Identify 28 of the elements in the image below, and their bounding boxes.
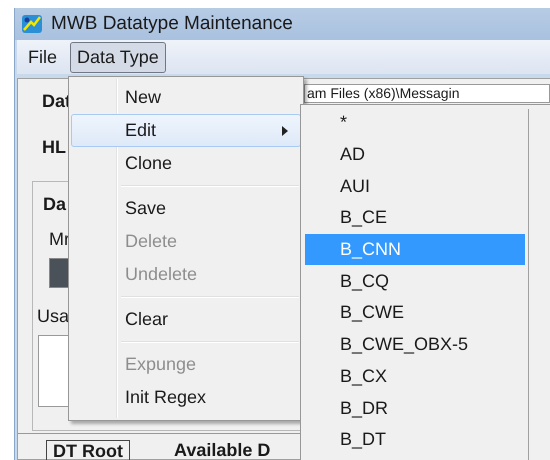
menu-item[interactable]: Clear (71, 303, 301, 336)
menu-item[interactable]: * (305, 107, 525, 139)
menu-item[interactable]: AUI (305, 170, 525, 202)
menu-item[interactable]: B_CQ (305, 265, 525, 298)
menu-item[interactable]: B_CX (305, 360, 525, 392)
menu-item[interactable]: AD (305, 138, 525, 170)
menu-item[interactable]: Edit (71, 114, 301, 147)
section-label: Available D (174, 440, 270, 460)
menu-item[interactable]: Clone (71, 147, 301, 180)
field-label: HL (42, 137, 66, 157)
field-label: Usa (37, 306, 70, 327)
menu-item[interactable]: B_DT (305, 424, 525, 456)
menu-item[interactable]: Init Regex (71, 381, 301, 414)
window-title: MWB Datatype Maintenance (51, 13, 293, 35)
menu-item[interactable]: B_CWE (305, 297, 525, 329)
field-label: Mr (49, 229, 70, 250)
tree-tab[interactable]: DT Root (46, 440, 130, 460)
menu-item[interactable]: New (71, 81, 301, 114)
menu-item[interactable]: B_DR (305, 392, 525, 424)
submenu-arrow-icon (282, 126, 288, 136)
menu-item[interactable]: B_CE (305, 202, 525, 234)
path-field[interactable]: am Files (x86)\Messagin (304, 84, 550, 103)
menu-item[interactable]: Save (71, 192, 301, 225)
menu-bar-item[interactable]: File (21, 42, 64, 72)
menu-item[interactable]: B_CWE_OBX-5 (305, 328, 525, 360)
app-logo-icon (21, 14, 43, 34)
group-title: Da (43, 194, 66, 215)
menu-bar-item[interactable]: Data Type (70, 42, 166, 72)
